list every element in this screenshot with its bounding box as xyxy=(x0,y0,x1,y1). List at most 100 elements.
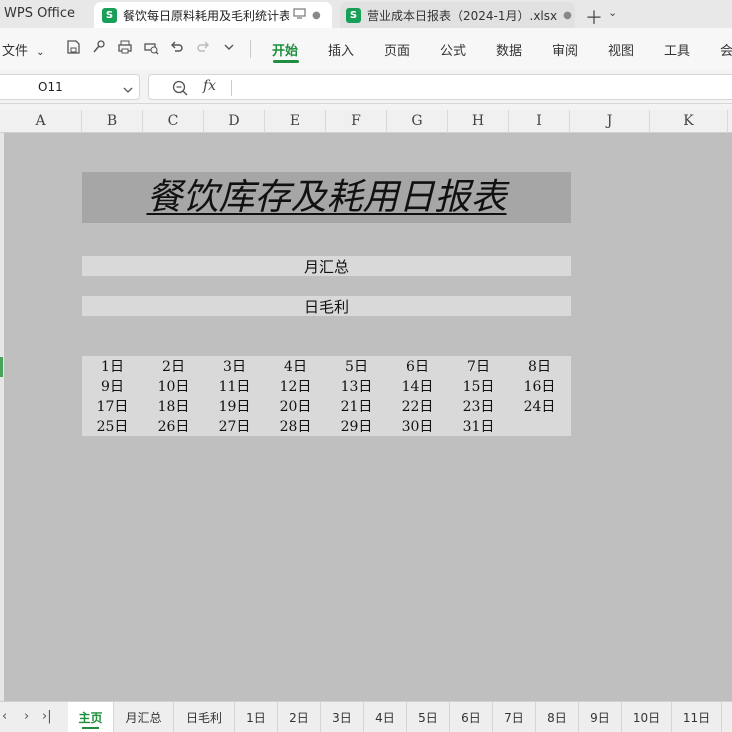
column-header: A B C D E F G H I J K xyxy=(0,110,732,133)
scroll-right-icon[interactable]: › xyxy=(24,709,29,724)
day-link[interactable]: 2日 xyxy=(143,356,204,376)
monthly-summary-button[interactable]: 月汇总 xyxy=(82,256,571,276)
chevron-down-icon[interactable]: ⌄ xyxy=(608,6,617,19)
day-link[interactable]: 28日 xyxy=(265,416,326,436)
window-tab-label: 营业成本日报表（2024-1月）.xlsx xyxy=(367,8,558,23)
column-header-d[interactable]: D xyxy=(204,110,265,133)
sheet-tab-bar: ‹ › ›| 主页 月汇总 日毛利 1日 2日 3日 4日 5日 6日 7日 8… xyxy=(0,701,732,732)
day-link[interactable]: 20日 xyxy=(265,396,326,416)
sheet-tab-day[interactable]: 6日 xyxy=(450,702,493,732)
sheet-tab-day[interactable]: 5日 xyxy=(407,702,450,732)
day-link[interactable]: 23日 xyxy=(448,396,509,416)
undo-icon[interactable] xyxy=(168,38,186,56)
sheet-tab-day[interactable]: 2日 xyxy=(278,702,321,732)
day-link[interactable]: 7日 xyxy=(448,356,509,376)
sheet-tab-day[interactable]: 4日 xyxy=(364,702,407,732)
day-link[interactable]: 12日 xyxy=(265,376,326,396)
close-dot-icon[interactable]: ● xyxy=(563,10,572,21)
report-title-box: 餐饮库存及耗用日报表 xyxy=(82,172,571,223)
day-link[interactable]: 19日 xyxy=(204,396,265,416)
column-header-h[interactable]: H xyxy=(448,110,509,133)
scroll-last-icon[interactable]: ›| xyxy=(42,709,52,724)
format-painter-icon[interactable] xyxy=(90,38,108,56)
ribbon-tab-home[interactable]: 开始 xyxy=(272,40,298,59)
ribbon-tab-formula[interactable]: 公式 xyxy=(440,40,466,59)
ribbon-tab-page[interactable]: 页面 xyxy=(384,40,410,59)
ribbon-tab-data[interactable]: 数据 xyxy=(496,40,522,59)
sheet-tab-day[interactable]: 1日 xyxy=(235,702,278,732)
sheet-tab-day[interactable]: 9日 xyxy=(579,702,622,732)
column-header-k[interactable]: K xyxy=(650,110,728,133)
day-link[interactable]: 3日 xyxy=(204,356,265,376)
day-link[interactable]: 4日 xyxy=(265,356,326,376)
name-box[interactable]: O11 xyxy=(0,74,140,100)
close-dot-icon[interactable]: ● xyxy=(312,10,321,21)
column-header-c[interactable]: C xyxy=(143,110,204,133)
ribbon-tab-view[interactable]: 视图 xyxy=(608,40,634,59)
file-menu[interactable]: 文件 ⌄ xyxy=(2,40,45,59)
save-icon[interactable] xyxy=(64,38,82,56)
sheet-tab-home[interactable]: 主页 xyxy=(68,702,114,732)
day-link[interactable]: 17日 xyxy=(82,396,143,416)
window-tab-active[interactable]: S 餐饮每日原料耗用及毛利统计表 ● xyxy=(94,2,332,28)
spreadsheet-icon: S xyxy=(346,7,361,23)
ribbon-tab-tools[interactable]: 工具 xyxy=(664,40,690,59)
scroll-left-icon[interactable]: ‹ xyxy=(2,709,7,724)
day-link[interactable]: 30日 xyxy=(387,416,448,436)
column-header-f[interactable]: F xyxy=(326,110,387,133)
day-link[interactable]: 26日 xyxy=(143,416,204,436)
ribbon-tab-member[interactable]: 会 xyxy=(720,40,732,59)
day-link[interactable]: 22日 xyxy=(387,396,448,416)
column-header-i[interactable]: I xyxy=(509,110,570,133)
column-header-e[interactable]: E xyxy=(265,110,326,133)
zoom-search-icon[interactable] xyxy=(171,79,189,101)
day-link[interactable]: 9日 xyxy=(82,376,143,396)
chevron-down-icon[interactable] xyxy=(122,81,134,100)
new-tab-plus-icon[interactable]: ＋ xyxy=(585,4,603,30)
day-link[interactable]: 1日 xyxy=(82,356,143,376)
day-link[interactable]: 8日 xyxy=(509,356,570,376)
day-link[interactable]: 18日 xyxy=(143,396,204,416)
column-header-g[interactable]: G xyxy=(387,110,448,133)
day-link[interactable]: 5日 xyxy=(326,356,387,376)
day-link[interactable]: 21日 xyxy=(326,396,387,416)
sheet-tab-profit[interactable]: 日毛利 xyxy=(174,702,235,732)
daily-profit-button[interactable]: 日毛利 xyxy=(82,296,571,316)
day-link[interactable]: 15日 xyxy=(448,376,509,396)
sheet-tab-monthly[interactable]: 月汇总 xyxy=(114,702,174,732)
formula-input-area[interactable]: fx xyxy=(148,74,732,100)
ribbon-tab-insert[interactable]: 插入 xyxy=(328,40,354,59)
formula-bar: O11 fx xyxy=(0,70,732,104)
app-name[interactable]: WPS Office xyxy=(4,6,75,21)
screen-icon[interactable] xyxy=(293,8,306,22)
print-icon[interactable] xyxy=(116,38,134,56)
day-links-grid: 1日 2日 3日 4日 5日 6日 7日 8日 9日 10日 11日 12日 13日 14日 15日 16日 1… xyxy=(82,356,571,436)
column-header-b[interactable]: B xyxy=(82,110,143,133)
column-header-a[interactable]: A xyxy=(0,110,82,133)
day-link[interactable]: 11日 xyxy=(204,376,265,396)
day-link[interactable]: 14日 xyxy=(387,376,448,396)
day-link[interactable]: 25日 xyxy=(82,416,143,436)
sheet-tab-day[interactable]: 11日 xyxy=(672,702,722,732)
file-menu-label: 文件 xyxy=(2,44,29,59)
day-link[interactable]: 27日 xyxy=(204,416,265,436)
column-header-j[interactable]: J xyxy=(570,110,650,133)
day-link[interactable]: 10日 xyxy=(143,376,204,396)
day-link[interactable]: 13日 xyxy=(326,376,387,396)
window-tab[interactable]: S 营业成本日报表（2024-1月）.xlsx ● xyxy=(340,2,575,28)
sheet-tab-day[interactable]: 7日 xyxy=(493,702,536,732)
day-link[interactable]: 16日 xyxy=(509,376,570,396)
fx-icon[interactable]: fx xyxy=(203,78,216,94)
more-chevron-icon[interactable] xyxy=(220,38,238,56)
sheet-tab-day[interactable]: 8日 xyxy=(536,702,579,732)
redo-icon[interactable] xyxy=(194,38,212,56)
sheet-tab-day[interactable]: 3日 xyxy=(321,702,364,732)
day-link[interactable]: 24日 xyxy=(509,396,570,416)
day-link[interactable]: 29日 xyxy=(326,416,387,436)
sheet-tab-day[interactable]: 10日 xyxy=(622,702,672,732)
active-tab-underline xyxy=(273,60,299,63)
day-link[interactable]: 6日 xyxy=(387,356,448,376)
ribbon-tab-review[interactable]: 审阅 xyxy=(552,40,578,59)
print-preview-icon[interactable] xyxy=(142,38,160,56)
day-link[interactable]: 31日 xyxy=(448,416,509,436)
